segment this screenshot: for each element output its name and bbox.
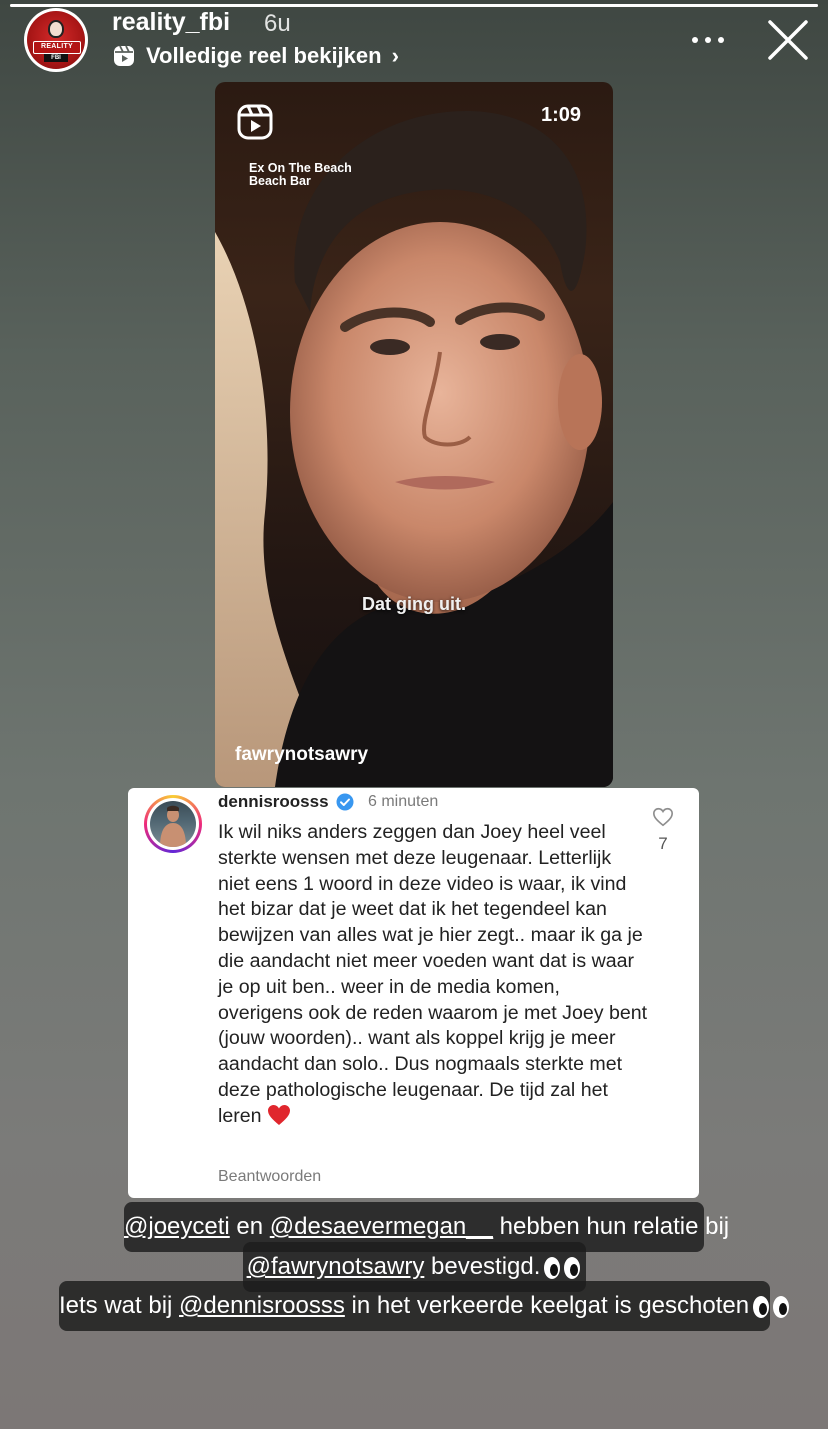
story-caption-line3: Iets wat bij @dennisroosss in het verkee… bbox=[59, 1281, 790, 1331]
view-full-reel-link[interactable]: Volledige reel bekijken › bbox=[112, 42, 399, 70]
story-progress-bar bbox=[10, 4, 818, 7]
reel-duration: 1:09 bbox=[541, 104, 582, 126]
eyes-emoji bbox=[544, 1256, 581, 1279]
story-time: 6u bbox=[264, 10, 291, 37]
close-icon bbox=[768, 20, 808, 60]
reel-subtitle: Dat ging uit. bbox=[362, 594, 466, 614]
commenter-avatar-ring bbox=[147, 798, 199, 850]
story-username[interactable]: reality_fbi bbox=[112, 8, 230, 37]
avatar-face-graphic bbox=[48, 20, 64, 38]
comment-time: 6 minuten bbox=[368, 793, 439, 810]
commenter-avatar[interactable] bbox=[144, 795, 202, 853]
comment-like-count: 7 bbox=[658, 834, 668, 853]
reel-location: Ex On The Beach Beach Bar bbox=[249, 162, 352, 188]
caption-text: in het verkeerde keelgat is geschoten bbox=[344, 1292, 750, 1319]
verified-badge-icon bbox=[336, 793, 354, 811]
caption-text: Iets wat bij bbox=[59, 1292, 180, 1319]
more-options-button[interactable] bbox=[690, 22, 726, 58]
view-full-reel-label: Volledige reel bekijken bbox=[146, 43, 382, 68]
mention-dennisroosss[interactable]: @dennisroosss bbox=[179, 1292, 345, 1319]
reels-icon bbox=[237, 104, 273, 140]
avatar-logo-subtext: FBI bbox=[44, 54, 68, 62]
comment-body: Ik wil niks anders zeggen dan Joey heel … bbox=[218, 821, 648, 1127]
red-heart-emoji bbox=[268, 1104, 291, 1125]
profile-avatar[interactable]: REALITY FBI bbox=[24, 8, 88, 72]
avatar-logo-text: REALITY bbox=[33, 41, 81, 54]
eyes-emoji bbox=[753, 1295, 790, 1318]
caption-text: hebben hun relatie bij bbox=[492, 1213, 730, 1240]
reels-icon bbox=[114, 45, 134, 66]
comment-text: Ik wil niks anders zeggen dan Joey heel … bbox=[218, 820, 648, 1130]
avatar-logo: REALITY FBI bbox=[27, 11, 85, 69]
commenter-username[interactable]: dennisroosss bbox=[218, 792, 329, 812]
comment-card: dennisroosss 6 minuten Ik wil niks ander… bbox=[128, 788, 699, 1198]
caption-text: bevestigd. bbox=[424, 1253, 541, 1280]
commenter-avatar-photo bbox=[150, 801, 196, 847]
chevron-right-icon: › bbox=[391, 43, 399, 68]
mention-desaevermegan[interactable]: @desaevermegan__ bbox=[270, 1213, 493, 1240]
close-button[interactable] bbox=[766, 18, 810, 62]
caption-text: en bbox=[229, 1213, 270, 1240]
mention-fawrynotsawry[interactable]: @fawrynotsawry bbox=[247, 1253, 425, 1280]
heart-outline-icon[interactable] bbox=[652, 806, 674, 828]
mention-joeyceti[interactable]: @joeyceti bbox=[124, 1213, 230, 1240]
reel-preview[interactable]: 1:09 Ex On The Beach Beach Bar Dat ging … bbox=[215, 82, 613, 787]
more-horizontal-icon bbox=[692, 37, 724, 43]
story-progress-fill bbox=[10, 4, 818, 7]
commenter-photo-graphic bbox=[160, 805, 186, 847]
reply-button[interactable]: Beantwoorden bbox=[218, 1168, 321, 1186]
reel-location-line2: Beach Bar bbox=[249, 174, 311, 188]
reel-author-handle[interactable]: fawrynotsawry bbox=[235, 744, 368, 766]
